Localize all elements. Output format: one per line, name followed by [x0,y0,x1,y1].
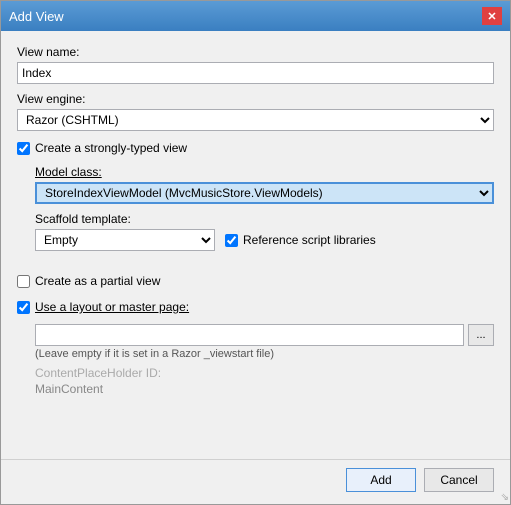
partial-view-row: Create as a partial view [17,274,494,288]
layout-label: Use a layout or master page: [35,300,189,314]
scaffold-template-select[interactable]: Empty Create Delete Details Edit List [35,229,215,251]
scaffold-template-group: Scaffold template: Empty Create Delete D… [35,212,494,251]
ref-script-checkbox[interactable] [225,234,238,247]
model-class-wrapper: StoreIndexViewModel (MvcMusicStore.ViewM… [35,182,494,204]
layout-checkbox[interactable] [17,301,30,314]
browse-button[interactable]: ... [468,324,494,346]
dialog-title: Add View [9,9,64,24]
layout-input[interactable] [35,324,464,346]
scaffold-template-label: Scaffold template: [35,212,494,226]
strongly-typed-row: Create a strongly-typed view [17,141,494,155]
strongly-typed-label: Create a strongly-typed view [35,141,187,155]
model-class-select[interactable]: StoreIndexViewModel (MvcMusicStore.ViewM… [35,182,494,204]
title-bar: Add View ✕ [1,1,510,31]
partial-view-label: Create as a partial view [35,274,160,288]
layout-row: Use a layout or master page: [17,300,494,314]
add-button[interactable]: Add [346,468,416,492]
content-placeholder-group: ContentPlaceHolder ID: MainContent [35,366,494,396]
view-name-input[interactable] [17,62,494,84]
scaffold-row: Empty Create Delete Details Edit List Re… [35,229,494,251]
model-class-group: Model class: StoreIndexViewModel (MvcMus… [35,165,494,251]
layout-input-row: ... [35,324,494,346]
dialog-body: View name: View engine: Razor (CSHTML) A… [1,31,510,459]
model-class-label: Model class: [35,165,494,179]
strongly-typed-checkbox[interactable] [17,142,30,155]
layout-hint: (Leave empty if it is set in a Razor _vi… [35,348,494,360]
partial-view-checkbox[interactable] [17,275,30,288]
layout-input-group: ... (Leave empty if it is set in a Razor… [35,324,494,396]
cancel-button[interactable]: Cancel [424,468,494,492]
view-engine-label: View engine: [17,92,494,106]
dialog-footer: Add Cancel [1,459,510,504]
view-engine-select[interactable]: Razor (CSHTML) ASPX [17,109,494,131]
view-engine-group: View engine: Razor (CSHTML) ASPX [17,92,494,131]
content-placeholder-label: ContentPlaceHolder ID: [35,366,494,380]
ref-script-label: Reference script libraries [243,233,376,247]
content-placeholder-value: MainContent [35,382,494,396]
ref-script-row: Reference script libraries [225,233,376,247]
add-view-dialog: Add View ✕ View name: View engine: Razor… [0,0,511,505]
separator1 [17,261,494,262]
view-name-group: View name: [17,45,494,84]
close-button[interactable]: ✕ [482,7,502,25]
resize-handle[interactable]: ⇘ [501,492,509,503]
view-name-label: View name: [17,45,494,59]
